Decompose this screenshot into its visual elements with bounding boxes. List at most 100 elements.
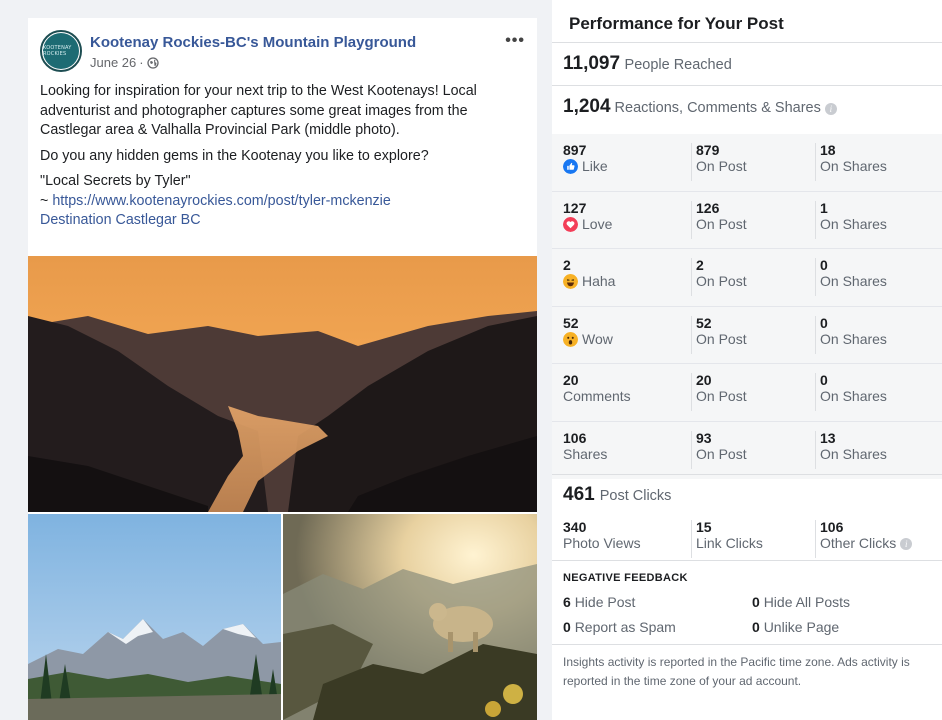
shares-on-shares-count: 13 <box>820 429 836 446</box>
info-icon[interactable]: i <box>900 537 913 550</box>
post-clicks-total: 461 Post Clicks <box>563 484 671 506</box>
photo-views-label: Photo Views <box>563 535 641 551</box>
haha-icon <box>563 274 578 289</box>
haha-count: 2 <box>563 257 571 273</box>
engagement-count: 1,204 <box>563 96 611 117</box>
post-date[interactable]: June 26 <box>90 55 136 70</box>
comments-label: Comments <box>563 388 631 404</box>
divider <box>552 474 942 475</box>
post-clicks-label: Post Clicks <box>599 488 672 504</box>
negative-feedback-title: NEGATIVE FEEDBACK <box>563 572 688 584</box>
wow-label: Wow <box>582 330 613 347</box>
divider <box>552 644 942 645</box>
meta-separator: · <box>139 55 144 70</box>
more-options-icon[interactable]: ••• <box>505 32 525 50</box>
love-label: Love <box>582 215 613 232</box>
wow-on-shares-count: 0 <box>820 314 828 331</box>
avatar-logo: KOOTENAY ROCKIES <box>43 33 79 69</box>
post-paragraph: Do you any hidden gems in the Kootenay y… <box>40 147 429 164</box>
like-on-shares-count: 18 <box>820 142 836 158</box>
wow-on-post-count: 52 <box>696 314 712 331</box>
love-count: 127 <box>563 199 587 216</box>
post-header: KOOTENAY ROCKIES Kootenay Rockies-BC's M… <box>40 30 525 74</box>
divider <box>552 560 942 561</box>
wow-count: 52 <box>563 314 579 331</box>
post-paragraph: "Local Secrets by Tyler" <box>40 173 191 189</box>
reactions-breakdown: 897 Like 879 On Post 18 On Shares 127 Love… <box>552 134 942 479</box>
engagement-total: 1,204 Reactions, Comments & Shares i <box>563 96 837 118</box>
report-spam-stat: 0 Report as Spam <box>563 619 676 635</box>
hide-post-count: 6 <box>563 594 571 610</box>
unlike-page-label: Unlike Page <box>763 619 840 635</box>
link-prefix: ~ <box>40 192 53 209</box>
destination-link[interactable]: Destination Castlegar BC <box>40 211 526 231</box>
link-clicks-label: Link Clicks <box>696 535 763 551</box>
love-cell: 127 Love <box>563 199 613 233</box>
hide-all-posts-label: Hide All Posts <box>763 594 851 610</box>
comments-cell: 20 Comments <box>563 373 631 405</box>
photo-views-count: 340 <box>563 519 587 535</box>
on-shares-label: On Shares <box>820 445 887 462</box>
hide-post-stat: 6 Hide Post <box>563 594 635 610</box>
hide-all-posts-count: 0 <box>752 594 760 610</box>
on-post-label: On Post <box>696 273 747 289</box>
on-shares-label: On Shares <box>820 215 887 232</box>
divider <box>552 85 942 86</box>
like-on-post-count: 879 <box>696 142 720 158</box>
photo-valhalla-peaks[interactable] <box>28 514 281 720</box>
comments-on-post-count: 20 <box>696 372 712 388</box>
page-name-link[interactable]: Kootenay Rockies-BC's Mountain Playgroun… <box>90 34 416 51</box>
on-shares-label: On Shares <box>820 388 887 404</box>
post-clicks-count: 461 <box>563 484 595 505</box>
divider <box>552 42 942 43</box>
link-clicks-count: 15 <box>696 519 712 535</box>
on-post-label: On Post <box>696 330 747 347</box>
row-shares: 106 Shares 93 On Post 13 On Shares <box>552 422 942 480</box>
post-text: Looking for inspiration for your next tr… <box>40 82 526 231</box>
globe-icon[interactable] <box>146 56 159 69</box>
hide-post-label: Hide Post <box>574 594 636 610</box>
on-post-label: On Post <box>696 445 747 462</box>
shares-label: Shares <box>563 445 608 462</box>
reach-label: People Reached <box>624 57 732 73</box>
like-count: 897 <box>563 142 587 158</box>
row-haha: 2 Haha 2 On Post 0 On Shares <box>552 249 942 307</box>
unlike-page-stat: 0 Unlike Page <box>752 619 839 635</box>
row-wow: 52 Wow 52 On Post 0 On Shares <box>552 307 942 364</box>
other-clicks-count: 106 <box>820 519 844 535</box>
page-avatar[interactable]: KOOTENAY ROCKIES <box>40 30 82 72</box>
wow-cell: 52 Wow <box>563 314 613 348</box>
haha-cell: 2 Haha <box>563 258 615 290</box>
engagement-label: Reactions, Comments & Shares <box>614 100 821 116</box>
on-post-label: On Post <box>696 388 747 404</box>
post-clicks-breakdown: 340 Photo Views 15 Link Clicks 106 Other Cl… <box>552 518 942 558</box>
panel-title: Performance for Your Post <box>569 14 784 33</box>
post-paragraph: Looking for inspiration for your next tr… <box>40 83 477 138</box>
haha-on-shares-count: 0 <box>820 257 828 273</box>
hide-all-posts-stat: 0 Hide All Posts <box>752 594 850 610</box>
row-comments: 20 Comments 20 On Post 0 On Shares <box>552 364 942 422</box>
shares-on-post-count: 93 <box>696 429 712 446</box>
photo-sunset-valley[interactable] <box>28 256 537 512</box>
post-link-line: ~ https://www.kootenayrockies.com/post/t… <box>40 192 526 212</box>
on-post-label: On Post <box>696 158 747 174</box>
reach-count: 11,097 <box>563 53 621 74</box>
like-icon <box>563 159 578 174</box>
facebook-post: KOOTENAY ROCKIES Kootenay Rockies-BC's M… <box>28 18 537 720</box>
haha-label: Haha <box>582 273 616 289</box>
on-shares-label: On Shares <box>820 273 887 289</box>
unlike-page-count: 0 <box>752 619 760 635</box>
on-shares-label: On Shares <box>820 158 887 174</box>
row-love: 127 Love 126 On Post 1 On Shares <box>552 192 942 249</box>
love-on-post-count: 126 <box>696 199 720 216</box>
row-like: 897 Like 879 On Post 18 On Shares <box>552 134 942 192</box>
on-shares-label: On Shares <box>820 330 887 347</box>
photo-mountain-goat[interactable] <box>283 514 537 720</box>
info-icon[interactable]: i <box>824 103 837 115</box>
like-label: Like <box>582 158 608 174</box>
comments-on-shares-count: 0 <box>820 372 828 388</box>
shares-count: 106 <box>563 429 587 446</box>
people-reached: 11,097 People Reached <box>563 53 732 75</box>
post-url-link[interactable]: https://www.kootenayrockies.com/post/tyl… <box>52 193 390 209</box>
timezone-note: Insights activity is reported in the Pac… <box>563 655 910 688</box>
